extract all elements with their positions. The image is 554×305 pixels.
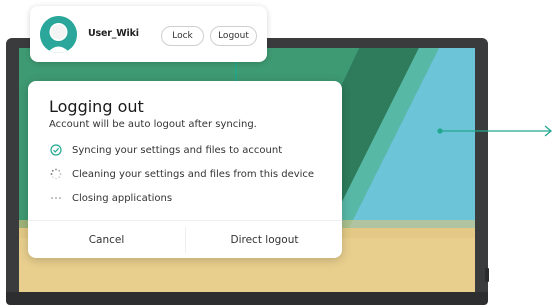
step-label: Cleaning your settings and files from th… [72, 168, 315, 180]
step-label: Closing applications [72, 192, 173, 204]
direct-logout-button[interactable]: Direct logout [186, 221, 343, 258]
dialog-title: Logging out [49, 97, 144, 116]
username: User_Wiki [88, 28, 139, 39]
cancel-button[interactable]: Cancel [28, 221, 185, 258]
step-syncing: Syncing your settings and files to accou… [50, 142, 282, 158]
avatar[interactable] [40, 16, 77, 53]
user-account-card: User_Wiki Lock Logout [30, 6, 267, 62]
step-cleaning: Cleaning your settings and files from th… [50, 166, 314, 182]
spinner-icon [50, 168, 62, 180]
dialog-subtitle: Account will be auto logout after syncin… [49, 119, 257, 130]
user-avatar-icon [40, 16, 77, 53]
check-circle-icon [50, 144, 62, 156]
logout-button[interactable]: Logout [210, 26, 257, 46]
ellipsis-icon [50, 192, 62, 204]
logout-dialog: Logging out Account will be auto logout … [28, 81, 342, 258]
step-label: Syncing your settings and files to accou… [72, 144, 283, 156]
lock-button[interactable]: Lock [161, 26, 204, 46]
step-closing: Closing applications [50, 190, 172, 206]
